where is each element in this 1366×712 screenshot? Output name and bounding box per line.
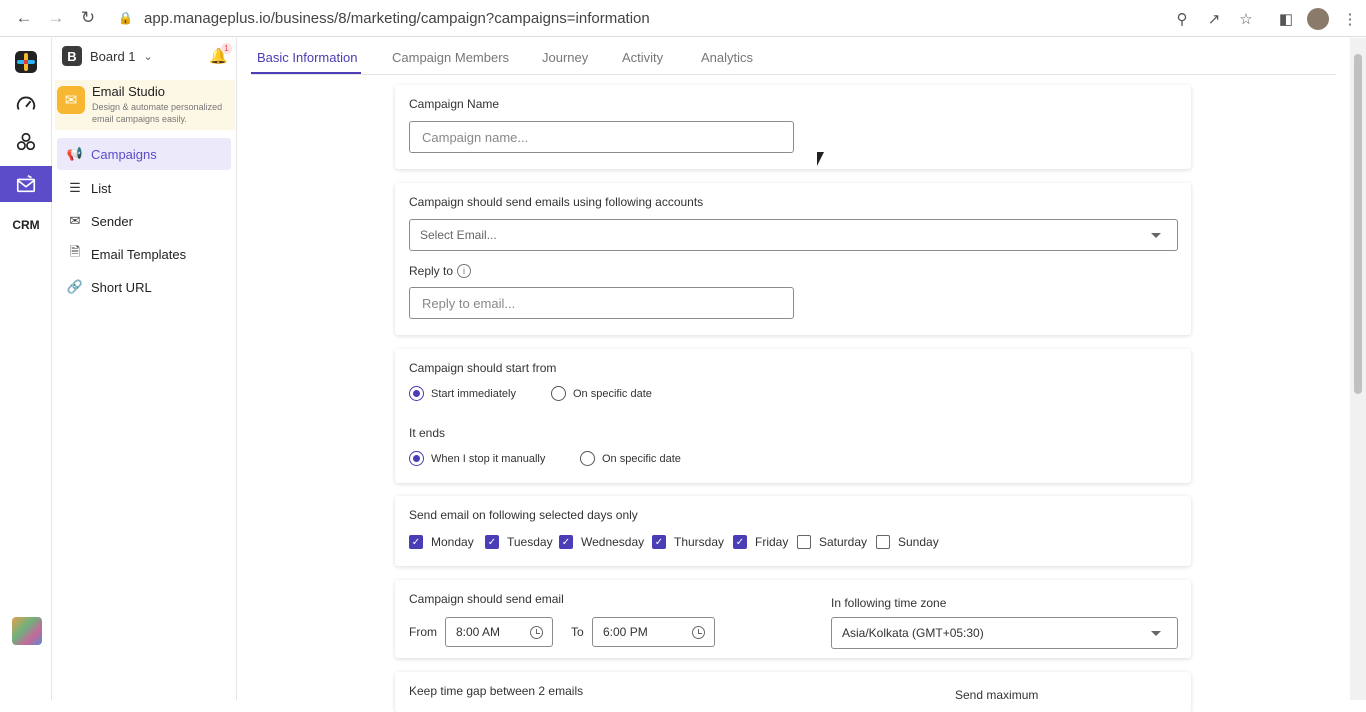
- back-icon[interactable]: ←: [8, 2, 40, 34]
- monday-checkbox[interactable]: ✓ Monday: [409, 535, 474, 549]
- scrollbar-thumb[interactable]: [1354, 54, 1362, 394]
- sunday-checkbox[interactable]: Sunday: [876, 535, 939, 549]
- ends-manually-radio[interactable]: When I stop it manually: [409, 451, 545, 466]
- profile-avatar[interactable]: [1302, 7, 1334, 30]
- campaign-name-card: Campaign Name Campaign name...: [395, 85, 1191, 169]
- studio-title: Email Studio: [92, 84, 165, 99]
- menu-icon[interactable]: ⋮: [1334, 10, 1366, 28]
- app-rail: CRM: [0, 38, 52, 700]
- sidebar-item-label: Campaigns: [91, 146, 157, 162]
- browser-toolbar: ← → ↻ 🔒 app.manageplus.io/business/8/mar…: [0, 0, 1366, 37]
- accounts-label: Campaign should send emails using follow…: [409, 195, 704, 209]
- from-time-input[interactable]: 8:00 AM: [445, 617, 553, 647]
- email-marketing-icon[interactable]: [0, 166, 52, 202]
- list-icon: ☰: [69, 180, 81, 195]
- from-label: From: [409, 625, 437, 639]
- days-label: Send email on following selected days on…: [409, 508, 638, 522]
- zoom-icon[interactable]: ⚲: [1166, 10, 1198, 28]
- wednesday-checkbox[interactable]: ✓ Wednesday: [559, 535, 644, 549]
- friday-checkbox[interactable]: ✓ Friday: [733, 535, 788, 549]
- sidebar-item-label: Short URL: [91, 279, 152, 295]
- mouse-cursor: [817, 152, 824, 166]
- start-immediately-radio[interactable]: Start immediately: [409, 386, 516, 401]
- tuesday-checkbox[interactable]: ✓ Tuesday: [485, 535, 553, 549]
- forward-icon[interactable]: →: [40, 2, 72, 34]
- board-badge: B: [62, 46, 82, 66]
- reply-to-label: Reply to: [409, 264, 454, 278]
- board-name: Board 1: [90, 48, 136, 64]
- tab-campaign-members[interactable]: Campaign Members: [392, 50, 509, 65]
- sidebar: B Board 1 ⌄ 🔔 1 ✉ Email Studio Design & a…: [52, 38, 237, 700]
- studio-desc-1: Design & automate personalized: [92, 102, 223, 112]
- active-tab-indicator: [251, 72, 361, 74]
- main-content: Basic Information Campaign Members Journ…: [237, 38, 1350, 712]
- address-bar[interactable]: 🔒 app.manageplus.io/business/8/marketing…: [112, 4, 1262, 32]
- workspace-avatar[interactable]: [12, 617, 42, 645]
- tab-bar: Basic Information Campaign Members Journ…: [251, 38, 1336, 75]
- sidebar-item-list[interactable]: ☰ List: [57, 172, 231, 204]
- email-studio-icon: ✉: [57, 86, 85, 114]
- sidebar-item-sender[interactable]: ✉ Sender: [57, 205, 231, 237]
- info-icon[interactable]: i: [457, 264, 471, 278]
- board-switcher[interactable]: B Board 1 ⌄: [62, 46, 153, 66]
- thursday-checkbox[interactable]: ✓ Thursday: [652, 535, 724, 549]
- schedule-card: Campaign should start from Start immedia…: [395, 349, 1191, 483]
- accounts-card: Campaign should send emails using follow…: [395, 183, 1191, 335]
- caret-down-icon: [1151, 631, 1161, 636]
- timezone-label: In following time zone: [831, 596, 947, 610]
- days-card: Send email on following selected days on…: [395, 496, 1191, 566]
- app-logo-icon[interactable]: [0, 44, 52, 80]
- clock-icon: [530, 626, 543, 639]
- sender-icon: ✉: [69, 213, 81, 228]
- bell-icon[interactable]: 🔔 1: [209, 43, 232, 65]
- dashboard-gauge-icon[interactable]: [0, 86, 52, 122]
- link-icon: 🔗: [66, 279, 84, 294]
- share-icon[interactable]: ↗: [1198, 10, 1230, 28]
- sidebar-item-label: Sender: [91, 213, 133, 229]
- time-gap-card: Keep time gap between 2 emails Send maxi…: [395, 672, 1191, 712]
- sidebar-item-email-templates[interactable]: 🗎 Email Templates: [57, 238, 231, 270]
- saturday-checkbox[interactable]: Saturday: [797, 535, 867, 549]
- sidebar-item-campaigns[interactable]: 📢 Campaigns: [57, 138, 231, 170]
- gap-label: Keep time gap between 2 emails: [409, 684, 584, 698]
- tab-journey[interactable]: Journey: [542, 50, 588, 65]
- url-text: app.manageplus.io/business/8/marketing/c…: [144, 9, 650, 27]
- studio-desc-2: email campaigns easily.: [92, 114, 187, 124]
- caret-down-icon: [1151, 233, 1161, 238]
- sidebar-item-label: List: [91, 180, 112, 196]
- tab-basic-information[interactable]: Basic Information: [257, 50, 357, 65]
- to-label: To: [571, 625, 584, 639]
- star-icon[interactable]: ☆: [1230, 10, 1262, 28]
- notification-count: 1: [221, 43, 232, 54]
- clock-icon: [692, 626, 705, 639]
- campaign-name-input[interactable]: Campaign name...: [409, 121, 794, 153]
- document-icon: 🗎: [69, 244, 81, 259]
- modules-icon[interactable]: [0, 124, 52, 160]
- email-studio-card: ✉ Email Studio Design & automate persona…: [55, 80, 235, 130]
- ends-label: It ends: [409, 426, 446, 440]
- lock-icon: 🔒: [118, 11, 133, 25]
- start-label: Campaign should start from: [409, 361, 557, 375]
- tab-activity[interactable]: Activity: [622, 50, 663, 65]
- timezone-dropdown[interactable]: Asia/Kolkata (GMT+05:30): [831, 617, 1178, 649]
- tab-analytics[interactable]: Analytics: [701, 50, 753, 65]
- send-time-card: Campaign should send email From 8:00 AM …: [395, 580, 1191, 658]
- page-scrollbar[interactable]: [1350, 38, 1366, 700]
- reload-icon[interactable]: ↻: [72, 2, 104, 34]
- select-email-dropdown[interactable]: Select Email...: [409, 219, 1178, 251]
- start-specific-date-radio[interactable]: On specific date: [551, 386, 652, 401]
- sidebar-item-short-url[interactable]: 🔗 Short URL: [57, 271, 231, 303]
- megaphone-icon: 📢: [66, 146, 84, 161]
- crm-icon[interactable]: CRM: [0, 207, 52, 243]
- reply-to-input[interactable]: Reply to email...: [409, 287, 794, 319]
- ends-specific-date-radio[interactable]: On specific date: [580, 451, 681, 466]
- chevron-down-icon: ⌄: [143, 50, 153, 63]
- campaign-name-label: Campaign Name: [409, 97, 500, 111]
- sidepanel-icon[interactable]: ◧: [1270, 10, 1302, 28]
- to-time-input[interactable]: 6:00 PM: [592, 617, 715, 647]
- sidebar-item-label: Email Templates: [91, 246, 187, 262]
- send-label: Campaign should send email: [409, 592, 564, 606]
